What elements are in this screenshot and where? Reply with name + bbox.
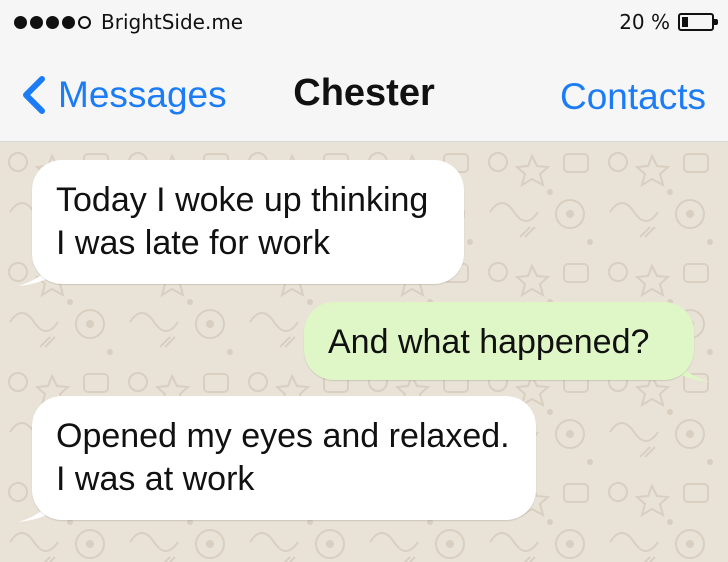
signal-dot-empty [78,15,91,29]
signal-dot [62,15,75,29]
carrier-name: BrightSide.me [101,10,244,34]
chevron-left-icon [23,76,45,114]
battery-fill [682,17,688,27]
signal-strength-icon [14,15,91,29]
message-text: I was late for work [56,224,330,262]
message-text: Opened my eyes and relaxed. [56,417,510,455]
battery-icon [678,13,718,31]
signal-dot [46,15,59,29]
navigation-bar: Messages Chester Contacts [0,44,728,142]
contacts-button[interactable]: Contacts [560,76,706,118]
message-bubble-incoming[interactable]: Today I woke up thinking I was late for … [32,160,464,284]
battery-tip [714,19,718,25]
signal-dot [14,15,27,29]
battery-status: 20 % [619,10,718,34]
signal-dot [30,15,43,29]
back-button-label: Messages [58,74,227,115]
back-button[interactable]: Messages [18,74,227,116]
battery-percentage: 20 % [619,10,670,34]
message-text: I was at work [56,460,255,498]
chat-area[interactable]: Today I woke up thinking I was late for … [0,142,728,562]
message-text: Today I woke up thinking [56,181,429,219]
message-text: And what happened? [328,323,650,361]
message-bubble-outgoing[interactable]: And what happened? [304,302,694,380]
status-bar: BrightSide.me 20 % [0,0,728,44]
message-bubble-incoming[interactable]: Opened my eyes and relaxed. I was at wor… [32,396,536,520]
